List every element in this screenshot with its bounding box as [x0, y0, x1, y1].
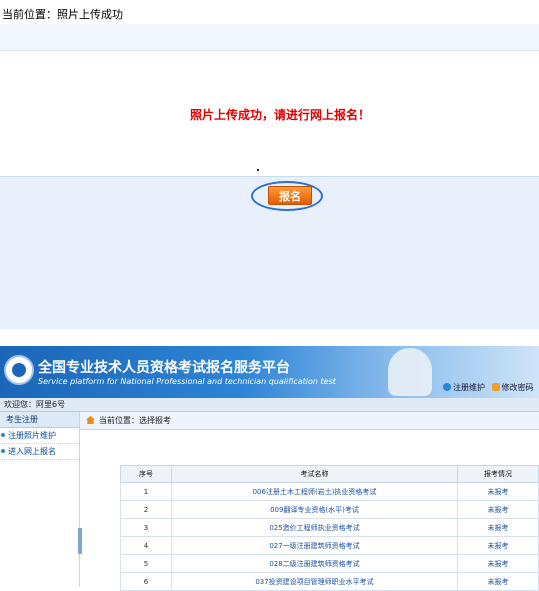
upload-success-message: 照片上传成功，请进行网上报名！ — [190, 108, 371, 122]
exam-status: 未报考 — [457, 554, 539, 573]
main-breadcrumb: 当前位置：选择报考 — [99, 416, 171, 425]
table-row: 2 009翻译专业资格(水平)考试 未报考 — [120, 500, 539, 519]
exam-name-link[interactable]: 025造价工程师执业资格考试 — [171, 518, 458, 537]
pta-logo-icon — [4, 355, 34, 385]
table-row: 5 028二级注册建筑师资格考试 未报考 — [120, 554, 539, 573]
password-link[interactable]: 修改密码 — [491, 382, 534, 393]
site-title: 全国专业技术人员资格考试报名服务平台 — [38, 360, 290, 376]
main-breadcrumb-bar: 当前位置：选择报考 — [80, 412, 539, 430]
stray-dot — [257, 169, 259, 171]
col-name-header: 考试名称 — [171, 465, 458, 483]
table-header-row: 序号 考试名称 报考情况 — [120, 465, 539, 483]
col-number-header: 序号 — [120, 465, 172, 483]
exam-status: 未报考 — [457, 572, 539, 591]
sidebar-item-signup[interactable]: 进入网上报名 — [0, 444, 79, 460]
info-icon — [443, 383, 451, 391]
operator-figure-image — [388, 348, 432, 396]
exam-status: 未报考 — [457, 500, 539, 519]
table-row: 1 006注册土木工程师(岩土)执业资格考试 未报考 — [120, 482, 539, 501]
welcome-text: 欢迎您：阿里6号 — [4, 400, 66, 409]
exam-name-link[interactable]: 037投资建设项目管理师职业水平考试 — [171, 572, 458, 591]
row-number: 6 — [120, 572, 172, 591]
row-number: 1 — [120, 482, 172, 501]
table-row: 3 025造价工程师执业资格考试 未报考 — [120, 518, 539, 537]
sidebar-header: 考生注册 — [0, 412, 79, 428]
row-number: 2 — [120, 500, 172, 519]
row-number: 3 — [120, 518, 172, 537]
top-breadcrumb: 当前位置：照片上传成功 — [2, 8, 123, 21]
account-link[interactable]: 注册维护 — [443, 382, 485, 393]
exam-status: 未报考 — [457, 482, 539, 501]
exam-name-link[interactable]: 027一级注册建筑师资格考试 — [171, 536, 458, 555]
sidebar: 考生注册 注册照片维护 进入网上报名 — [0, 412, 80, 587]
banner-links: 注册维护 修改密码 — [443, 382, 538, 393]
col-status-header: 报考情况 — [457, 465, 539, 483]
sidebar-item-photo[interactable]: 注册照片维护 — [0, 428, 79, 444]
top-breadcrumb-bar: 当前位置：照片上传成功 — [0, 0, 539, 25]
row-number: 5 — [120, 554, 172, 573]
site-subtitle: Service platform for National Profession… — [38, 377, 336, 386]
exam-name-link[interactable]: 009翻译专业资格(水平)考试 — [171, 500, 458, 519]
table-row: 4 027一级注册建筑师资格考试 未报考 — [120, 536, 539, 555]
home-icon — [86, 416, 95, 424]
exam-table: 序号 考试名称 报考情况 1 006注册土木工程师(岩土)执业资格考试 未报考 … — [120, 465, 539, 591]
exam-name-link[interactable]: 006注册土木工程师(岩土)执业资格考试 — [171, 482, 458, 501]
welcome-bar: 欢迎您：阿里6号 — [0, 398, 539, 412]
sidebar-collapse-handle[interactable] — [78, 528, 82, 554]
row-number: 4 — [120, 536, 172, 555]
exam-status: 未报考 — [457, 518, 539, 537]
table-row: 6 037投资建设项目管理师职业水平考试 未报考 — [120, 572, 539, 591]
top-band — [0, 24, 539, 51]
exam-name-link[interactable]: 028二级注册建筑师资格考试 — [171, 554, 458, 573]
signup-button[interactable]: 报名 — [268, 186, 312, 205]
user-icon — [491, 383, 500, 391]
exam-status: 未报考 — [457, 536, 539, 555]
